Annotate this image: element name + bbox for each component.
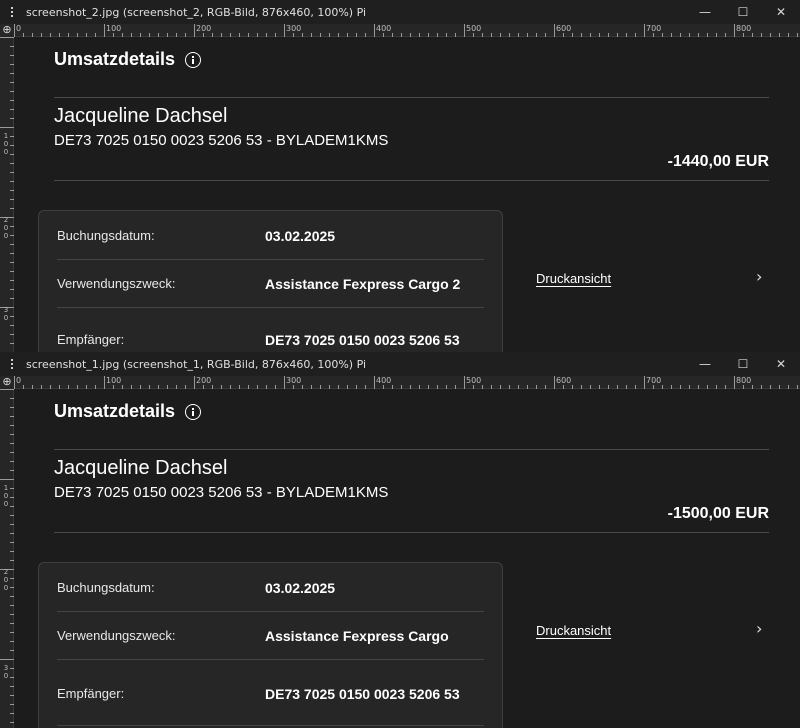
- detail-value: Assistance Fexpress Cargo: [265, 627, 449, 644]
- page-title: Umsatzdetails: [54, 401, 202, 422]
- detail-value: DE73 7025 0150 0023 5206 53: [265, 685, 460, 702]
- recipient-iban: DE73 7025 0150 0023 5206 53 - BYLADEM1KM…: [54, 484, 389, 501]
- ruler-label: 500: [466, 376, 482, 385]
- detail-row-recipient: Empfänger: DE73 7025 0150 0023 5206 53: [57, 316, 484, 352]
- ruler-label: 800: [736, 24, 752, 33]
- ruler-label: 500: [466, 24, 482, 33]
- menu-dots-icon[interactable]: [4, 352, 20, 376]
- transaction-amount: -1440,00 EUR: [667, 153, 769, 170]
- ruler-label: 700: [646, 376, 662, 385]
- recipient-iban: DE73 7025 0150 0023 5206 53 - BYLADEM1KM…: [54, 132, 389, 149]
- horizontal-ruler[interactable]: 0 100 200 300 400 500 600 700 800: [14, 376, 800, 389]
- window-title: screenshot_2.jpg (screenshot_2, RGB-Bild…: [26, 5, 367, 19]
- detail-value: 03.02.2025: [265, 227, 336, 244]
- ruler-label: 700: [646, 24, 662, 33]
- detail-row-recipient: Empfänger: DE73 7025 0150 0023 5206 53: [57, 670, 484, 717]
- detail-label: Empfänger:: [57, 686, 125, 701]
- detail-row-booking-date: Buchungsdatum: 03.02.2025: [57, 212, 484, 259]
- image-window-screenshot-2: screenshot_2.jpg (screenshot_2, RGB-Bild…: [0, 0, 800, 352]
- ruler-label: 0: [3, 584, 9, 592]
- close-button[interactable]: ✕: [762, 0, 800, 24]
- ruler-label: 0: [3, 148, 9, 156]
- ruler-label: 1: [3, 484, 9, 492]
- ruler-label: 200: [196, 376, 212, 385]
- vertical-ruler[interactable]: 1 0 0 2 0 0 3 0: [0, 37, 14, 352]
- ruler-label: 0: [3, 314, 9, 322]
- ruler-label: 2: [3, 216, 9, 224]
- window-titlebar[interactable]: screenshot_1.jpg (screenshot_1, RGB-Bild…: [0, 352, 800, 376]
- page-title-text: Umsatzdetails: [54, 401, 176, 421]
- detail-row-purpose: Verwendungszweck: Assistance Fexpress Ca…: [57, 260, 484, 307]
- ruler-label: 300: [286, 376, 302, 385]
- page-title: Umsatzdetails: [54, 49, 202, 70]
- ruler-label: 0: [3, 492, 9, 500]
- window-titlebar[interactable]: screenshot_2.jpg (screenshot_2, RGB-Bild…: [0, 0, 800, 24]
- detail-label: Buchungsdatum:: [57, 228, 155, 243]
- vertical-ruler[interactable]: 1 0 0 2 0 0 3 0: [0, 389, 14, 728]
- ruler-label: 0: [3, 224, 9, 232]
- recipient-name: Jacqueline Dachsel: [54, 105, 228, 127]
- minimize-button[interactable]: —: [686, 0, 724, 24]
- ruler-origin-icon[interactable]: ⊕: [0, 376, 14, 389]
- detail-label: Verwendungszweck:: [57, 628, 176, 643]
- details-card: Buchungsdatum: 03.02.2025 Verwendungszwe…: [38, 210, 503, 352]
- detail-value: Assistance Fexpress Cargo 2: [265, 275, 461, 292]
- image-window-screenshot-1: screenshot_1.jpg (screenshot_1, RGB-Bild…: [0, 352, 800, 728]
- row-divider: [57, 725, 484, 726]
- detail-label: Buchungsdatum:: [57, 580, 155, 595]
- ruler-label: 3: [3, 664, 9, 672]
- ruler-label: 0: [3, 140, 9, 148]
- window-title: screenshot_1.jpg (screenshot_1, RGB-Bild…: [26, 357, 367, 371]
- ruler-label: 0: [16, 24, 22, 33]
- ruler-label: 1: [3, 132, 9, 140]
- ruler-label: 800: [736, 376, 752, 385]
- transaction-details-view: Umsatzdetails Jacqueline Dachsel DE73 70…: [14, 389, 800, 728]
- ruler-label: 400: [376, 376, 392, 385]
- page-title-text: Umsatzdetails: [54, 49, 176, 69]
- transaction-amount: -1500,00 EUR: [667, 505, 769, 522]
- horizontal-ruler[interactable]: 0 100 200 300 400 500 600 700 800: [14, 24, 800, 37]
- print-view-link[interactable]: Druckansicht: [536, 271, 611, 286]
- info-circle-icon[interactable]: [185, 403, 202, 420]
- ruler-label: 0: [16, 376, 22, 385]
- ruler-label: 0: [3, 500, 9, 508]
- divider: [54, 449, 769, 450]
- ruler-label: 600: [556, 24, 572, 33]
- menu-dots-icon[interactable]: [4, 0, 20, 24]
- chevron-right-icon[interactable]: ›: [756, 267, 762, 286]
- divider: [54, 180, 769, 181]
- ruler-label: 100: [106, 376, 122, 385]
- ruler-label: 0: [3, 232, 9, 240]
- detail-label: Verwendungszweck:: [57, 276, 176, 291]
- detail-value: DE73 7025 0150 0023 5206 53: [265, 331, 460, 348]
- ruler-label: 200: [196, 24, 212, 33]
- ruler-label: 2: [3, 568, 9, 576]
- ruler-label: 0: [3, 672, 9, 680]
- maximize-button[interactable]: ☐: [724, 0, 762, 24]
- ruler-label: 100: [106, 24, 122, 33]
- ruler-label: 300: [286, 24, 302, 33]
- detail-value: 03.02.2025: [265, 579, 336, 596]
- divider: [54, 532, 769, 533]
- detail-label: Empfänger:: [57, 332, 125, 347]
- detail-row-booking-date: Buchungsdatum: 03.02.2025: [57, 564, 484, 611]
- divider: [54, 97, 769, 98]
- ruler-label: 0: [3, 576, 9, 584]
- close-button[interactable]: ✕: [762, 352, 800, 376]
- detail-row-purpose: Verwendungszweck: Assistance Fexpress Ca…: [57, 612, 484, 659]
- info-circle-icon[interactable]: [185, 51, 202, 68]
- minimize-button[interactable]: —: [686, 352, 724, 376]
- row-divider: [57, 659, 484, 660]
- maximize-button[interactable]: ☐: [724, 352, 762, 376]
- ruler-label: 3: [3, 306, 9, 314]
- ruler-origin-icon[interactable]: ⊕: [0, 24, 14, 37]
- row-divider: [57, 307, 484, 308]
- print-view-link[interactable]: Druckansicht: [536, 623, 611, 638]
- details-card: Buchungsdatum: 03.02.2025 Verwendungszwe…: [38, 562, 503, 728]
- transaction-details-view: Umsatzdetails Jacqueline Dachsel DE73 70…: [14, 37, 800, 352]
- ruler-label: 400: [376, 24, 392, 33]
- chevron-right-icon[interactable]: ›: [756, 619, 762, 638]
- recipient-name: Jacqueline Dachsel: [54, 457, 228, 479]
- ruler-label: 600: [556, 376, 572, 385]
